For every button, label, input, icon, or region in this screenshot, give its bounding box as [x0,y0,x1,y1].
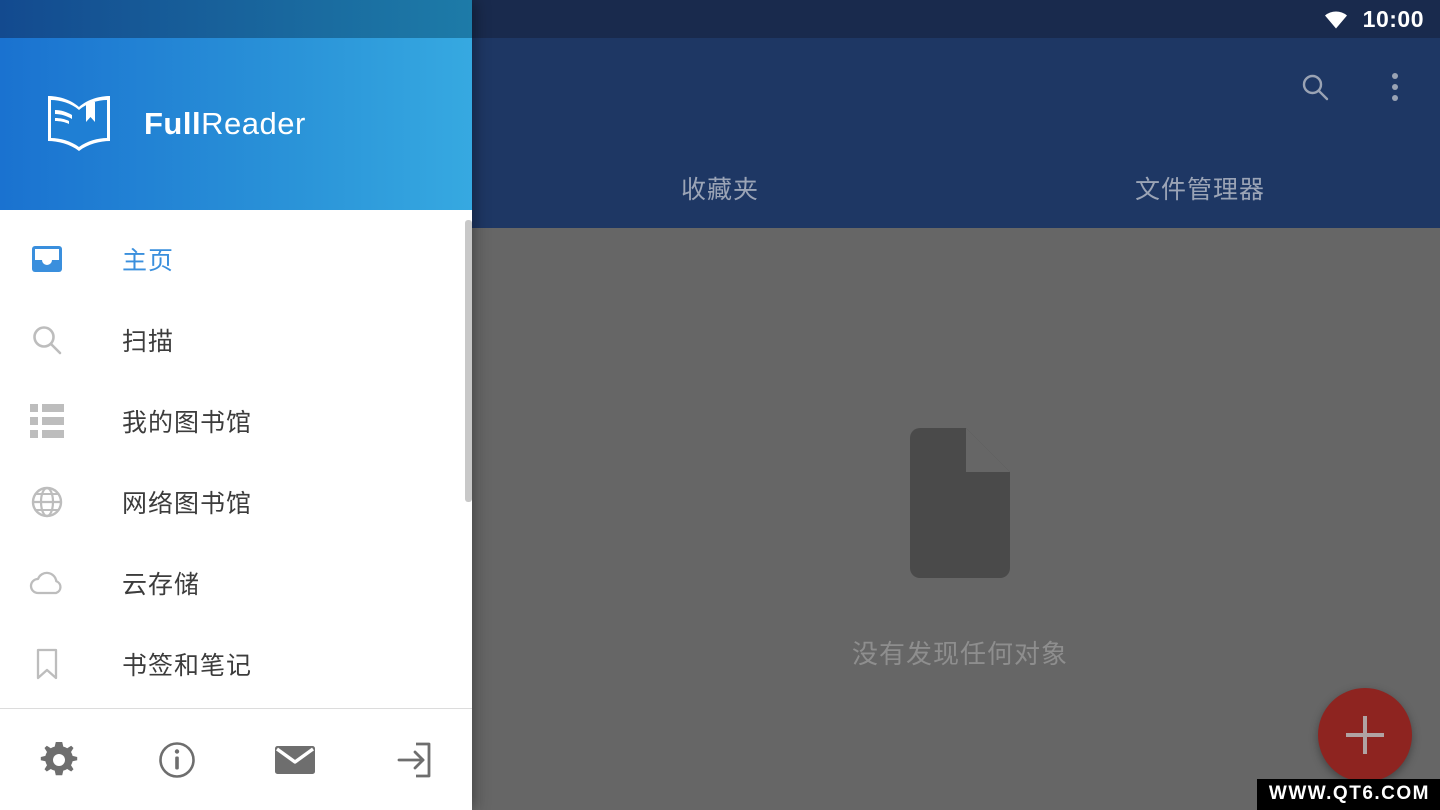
status-bar-right: 10:00 [1323,0,1424,38]
bookmark-icon [27,644,67,684]
navigation-drawer: FullReader 主页 扫描 我的图书馆 网络图书馆 云存储 书签和笔记 [0,0,472,810]
mail-icon [273,743,317,777]
content-area: 没有发现任何对象 [480,228,1440,810]
drawer-footer [0,709,472,810]
brand-title-light: Reader [201,106,306,141]
exit-button[interactable] [354,709,472,810]
search-button[interactable] [1292,64,1338,110]
tab-file-manager[interactable]: 文件管理器 [960,150,1440,226]
feedback-button[interactable] [236,709,354,810]
tab-favorites[interactable]: 收藏夹 [480,150,960,226]
sidebar-item-label: 扫描 [122,327,175,356]
brand-title: FullReader [144,106,306,142]
app-bar-actions [1292,64,1418,110]
about-button[interactable] [118,709,236,810]
exit-icon [393,740,433,780]
globe-icon [27,482,67,522]
sidebar-item-label: 书签和笔记 [122,651,253,680]
app-screen: 10:00 收藏夹 文件管理器 没有发现任何对象 WWW.QT6.COM Ful… [0,0,1440,810]
empty-state-text: 没有发现任何对象 [851,639,1068,669]
drawer-status-strip [0,0,472,38]
document-icon [902,428,1018,578]
overflow-menu-button[interactable] [1372,64,1418,110]
search-icon [1300,72,1330,102]
wifi-icon [1323,9,1349,29]
watermark: WWW.QT6.COM [1256,779,1440,810]
sidebar-item-scan[interactable]: 扫描 [0,299,472,380]
sidebar-item-label: 网络图书馆 [122,489,253,518]
list-icon [27,401,67,441]
sidebar-item-network-library[interactable]: 网络图书馆 [0,461,472,542]
sidebar-item-label: 云存储 [122,570,201,599]
settings-button[interactable] [0,709,118,810]
brand-title-bold: Full [144,106,202,141]
plus-icon [1346,716,1384,754]
drawer-nav-list: 主页 扫描 我的图书馆 网络图书馆 云存储 书签和笔记 [0,210,472,704]
status-bar-clock: 10:00 [1362,6,1424,32]
overflow-menu-icon [1392,73,1398,101]
sidebar-item-home[interactable]: 主页 [0,218,472,299]
cloud-icon [27,563,67,603]
sidebar-item-label: 我的图书馆 [122,408,253,437]
drawer-scrollbar[interactable] [465,220,472,502]
info-icon [155,738,199,782]
add-button[interactable] [1318,688,1412,782]
sidebar-item-my-library[interactable]: 我的图书馆 [0,380,472,461]
tab-bar: 收藏夹 文件管理器 [480,150,1440,226]
drawer-header: FullReader [0,38,472,210]
sidebar-item-cloud-storage[interactable]: 云存储 [0,542,472,623]
empty-state: 没有发现任何对象 [480,428,1440,671]
sidebar-item-bookmarks-notes[interactable]: 书签和笔记 [0,623,472,704]
inbox-icon [27,239,67,279]
search-icon [27,320,67,360]
gear-icon [37,738,81,782]
sidebar-item-label: 主页 [122,246,175,275]
open-book-logo-icon [44,93,114,155]
